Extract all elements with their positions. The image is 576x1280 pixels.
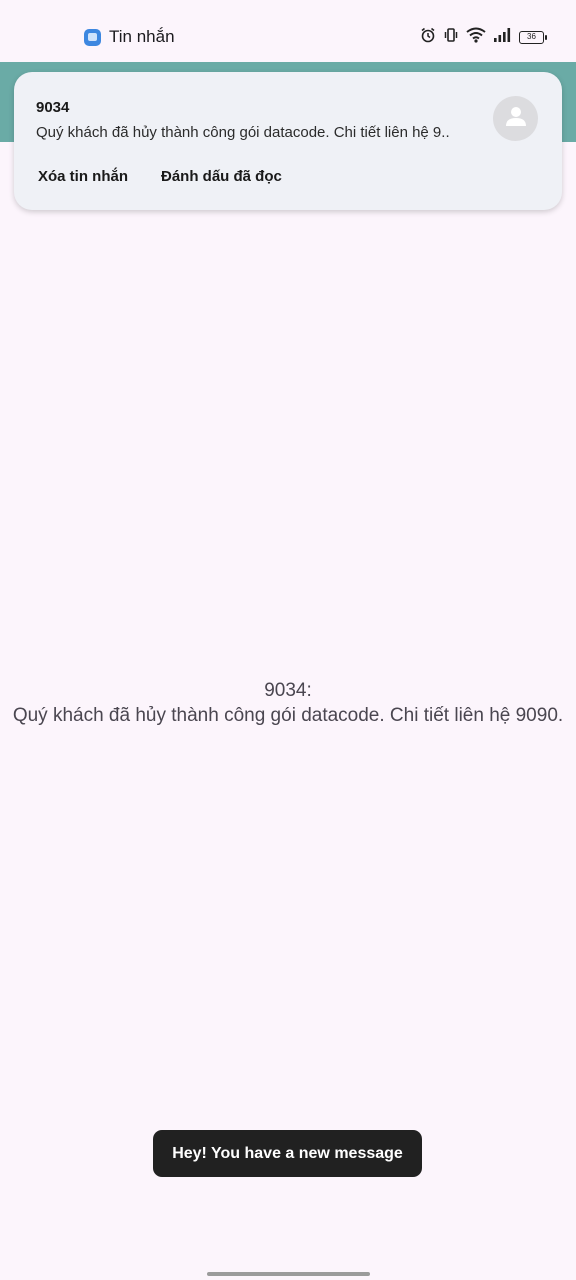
new-message-toast: Hey! You have a new message — [153, 1130, 422, 1177]
status-bar-left: Tin nhắn — [84, 26, 175, 48]
message-notification[interactable]: 9034 Quý khách đã hủy thành công gói dat… — [14, 72, 562, 210]
person-icon — [503, 103, 529, 134]
wifi-icon — [466, 27, 486, 48]
notification-sender: 9034 — [36, 99, 70, 116]
status-bar-right: 36 — [420, 27, 547, 48]
vibrate-icon — [443, 27, 459, 48]
messages-app-icon — [84, 28, 101, 46]
alarm-icon — [420, 27, 436, 48]
gesture-nav-handle[interactable] — [207, 1272, 370, 1276]
delete-message-button[interactable]: Xóa tin nhắn — [38, 168, 128, 185]
mark-as-read-button[interactable]: Đánh dấu đã đọc — [161, 168, 282, 185]
status-app-name: Tin nhắn — [109, 27, 175, 46]
contact-avatar — [493, 96, 538, 141]
signal-icon — [493, 27, 512, 48]
battery-icon: 36 — [519, 30, 547, 44]
message-sender-line: 9034: — [264, 680, 312, 701]
status-bar: Tin nhắn 36 — [0, 0, 576, 62]
notification-preview: Quý khách đã hủy thành công gói datacode… — [36, 124, 450, 141]
message-body: Quý khách đã hủy thành công gói datacode… — [12, 705, 564, 726]
message-content: 9034: Quý khách đã hủy thành công gói da… — [0, 678, 576, 728]
